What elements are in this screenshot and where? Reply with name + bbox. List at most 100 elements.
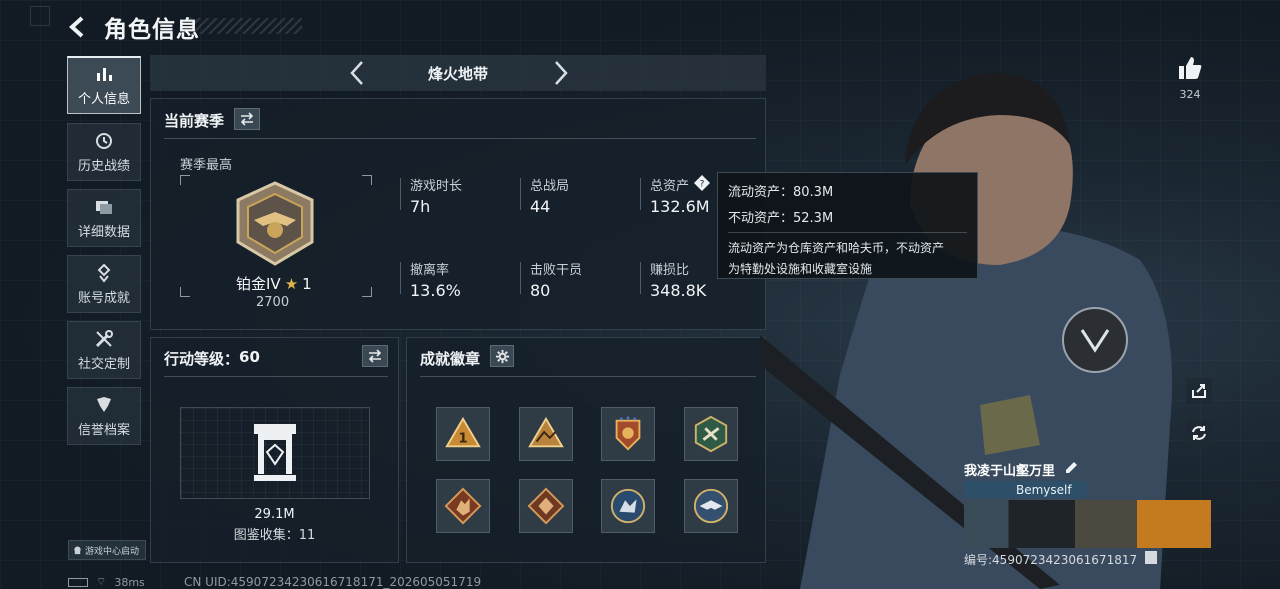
refresh-icon bbox=[1192, 426, 1206, 440]
sidebar-item-label: 个人信息 bbox=[77, 92, 130, 107]
sidebar-item-profile[interactable]: 个人信息 bbox=[67, 56, 141, 114]
rank-score: 2700 bbox=[256, 295, 290, 310]
bar-chart-icon bbox=[97, 68, 112, 81]
like-count: 324 bbox=[1179, 88, 1201, 101]
mode-name: 烽火地带 bbox=[427, 64, 488, 83]
divider bbox=[164, 138, 756, 139]
action-level-value: 60 bbox=[239, 348, 260, 366]
status-bar: ⌔ 38ms bbox=[68, 575, 145, 589]
title-decoration bbox=[190, 18, 302, 34]
refresh-button[interactable] bbox=[1186, 420, 1212, 446]
swap-icon bbox=[368, 349, 382, 363]
badge-slot[interactable] bbox=[601, 479, 655, 533]
stat-label-kills: 击败干员 bbox=[530, 263, 583, 278]
edit-name-button[interactable] bbox=[1063, 460, 1079, 476]
mode-selector: 烽火地带 bbox=[150, 55, 766, 91]
achievements-settings-button[interactable] bbox=[490, 345, 514, 367]
badge-circle-blue-icon bbox=[610, 488, 646, 524]
stat-label-extract-rate: 撤离率 bbox=[410, 263, 450, 278]
player-banner bbox=[964, 500, 1211, 548]
badge-slot[interactable] bbox=[436, 479, 490, 533]
shield-icon bbox=[97, 396, 111, 412]
divider bbox=[164, 376, 388, 377]
badge-slot[interactable] bbox=[601, 407, 655, 461]
badge-slot[interactable] bbox=[519, 479, 573, 533]
back-button[interactable] bbox=[66, 14, 92, 40]
help-icon[interactable]: ? bbox=[694, 175, 710, 191]
rank-stars: 1 bbox=[302, 274, 312, 293]
history-clock-icon bbox=[96, 132, 112, 149]
chevron-right-icon bbox=[555, 61, 568, 85]
sidebar-item-label: 社交定制 bbox=[77, 356, 130, 372]
badge-diamond-beast-icon bbox=[527, 487, 565, 525]
action-level-title: 行动等级： 60 bbox=[164, 348, 260, 369]
rank-emblem-icon bbox=[232, 180, 318, 266]
badge-slot[interactable] bbox=[684, 407, 738, 461]
game-center-launch-button[interactable]: 游戏中心启动 bbox=[68, 540, 146, 560]
badge-slot[interactable] bbox=[519, 407, 573, 461]
tools-icon bbox=[95, 329, 113, 347]
sidebar-item-credit[interactable]: 信誉档案 bbox=[67, 387, 141, 445]
sidebar-item-label: 信誉档案 bbox=[77, 422, 130, 438]
tooltip-liquid: 流动资产：80.3M bbox=[728, 185, 834, 200]
stat-value-playtime: 7h bbox=[410, 197, 431, 216]
like-button[interactable] bbox=[1176, 54, 1204, 82]
stat-value-kills: 80 bbox=[530, 281, 551, 300]
badge-triangle-one-icon: 1 bbox=[445, 416, 481, 448]
sidebar-item-history[interactable]: 历史战绩 bbox=[67, 123, 141, 181]
badge-slot[interactable] bbox=[684, 479, 738, 533]
rank-name-row: 铂金IV ★ 1 bbox=[236, 273, 312, 294]
badge-shield-eagle-icon bbox=[615, 416, 641, 451]
action-switch-button[interactable] bbox=[362, 345, 388, 367]
tooltip-divider bbox=[728, 232, 967, 233]
sidebar-item-label: 历史战绩 bbox=[77, 158, 130, 174]
badge-diamond-wolf-icon bbox=[444, 487, 482, 525]
collection-trophy-icon bbox=[250, 420, 300, 484]
nameplate: Bemyself bbox=[964, 481, 1087, 498]
stat-divider bbox=[400, 178, 401, 210]
stat-divider bbox=[640, 262, 641, 294]
footer-uid: CN UID:4590723423061671817​1_20260505171… bbox=[184, 575, 482, 589]
ping-value: 38ms bbox=[114, 575, 145, 589]
stat-label-matches: 总战局 bbox=[530, 179, 570, 194]
player-name: 我凌于山壑万里 bbox=[964, 464, 1056, 479]
stat-divider bbox=[640, 178, 641, 210]
medal-icon bbox=[97, 263, 111, 283]
stat-divider bbox=[520, 178, 521, 210]
sidebar-item-achievements[interactable]: 账号成就 bbox=[67, 255, 141, 313]
qq-icon bbox=[74, 545, 81, 554]
share-button[interactable] bbox=[1186, 378, 1212, 404]
sidebar-item-label: 账号成就 bbox=[77, 290, 130, 306]
battery-icon bbox=[68, 577, 88, 587]
svg-text:?: ? bbox=[700, 180, 705, 190]
pencil-icon bbox=[1066, 462, 1077, 473]
back-arrow-icon bbox=[69, 16, 84, 38]
action-level-prefix: 行动等级： bbox=[164, 350, 240, 368]
achievements-title: 成就徽章 bbox=[420, 350, 481, 368]
stat-value-assets: 132.6M bbox=[650, 197, 710, 216]
assets-tooltip: 流动资产：80.3M 不动资产：52.3M 流动资产为仓库资产和哈夫币，不动资产… bbox=[717, 172, 978, 279]
share-icon bbox=[1192, 384, 1206, 398]
player-uid: 编号:4590723423061671817 bbox=[964, 553, 1138, 567]
tooltip-desc-line2: 为特勤处设施和收藏室设施 bbox=[728, 262, 873, 276]
sidebar-item-details[interactable]: 详细数据 bbox=[67, 189, 141, 247]
copy-uid-button[interactable] bbox=[1145, 551, 1157, 564]
badge-slot[interactable]: 1 bbox=[436, 407, 490, 461]
mode-next-button[interactable] bbox=[546, 58, 574, 88]
wifi-icon: ⌔ bbox=[96, 575, 107, 588]
sidebar-item-social[interactable]: 社交定制 bbox=[67, 321, 141, 379]
season-best-label: 赛季最高 bbox=[180, 158, 233, 173]
season-switch-button[interactable] bbox=[234, 108, 260, 130]
corner-decoration bbox=[30, 6, 50, 26]
mode-prev-button[interactable] bbox=[344, 58, 372, 88]
tooltip-desc-line1: 流动资产为仓库资产和哈夫币，不动资产 bbox=[728, 241, 945, 255]
swap-icon bbox=[240, 112, 254, 126]
stat-value-matches: 44 bbox=[530, 197, 551, 216]
season-title: 当前赛季 bbox=[164, 112, 225, 130]
folder-icon bbox=[96, 200, 112, 214]
badge-hexagon-green-icon bbox=[694, 415, 728, 453]
stat-divider bbox=[520, 262, 521, 294]
tooltip-fixed: 不动资产：52.3M bbox=[728, 211, 834, 226]
launch-label: 游戏中心启动 bbox=[85, 546, 140, 557]
collection-value: 29.1M bbox=[254, 507, 295, 522]
